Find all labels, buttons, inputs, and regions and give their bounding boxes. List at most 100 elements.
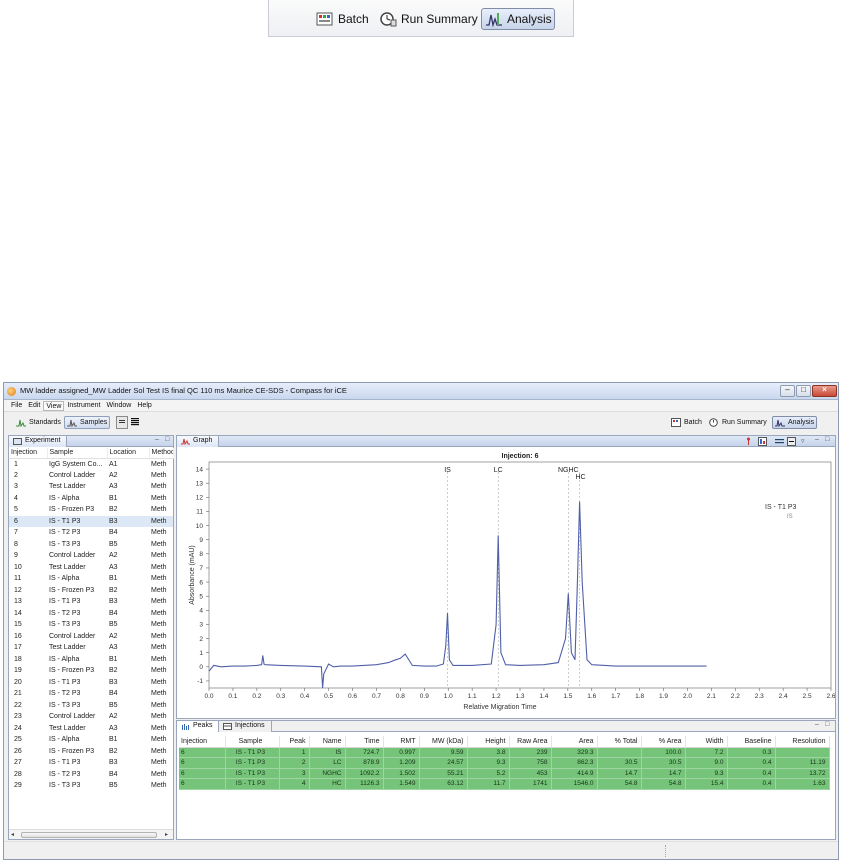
table-cell: A3 xyxy=(109,644,118,652)
minimize-panel-icon[interactable]: – xyxy=(155,436,162,444)
scroll-left-icon[interactable]: ◂ xyxy=(11,831,14,838)
table-row[interactable]: 6 IS - T1 P3 3 NGHC 1092.2 1.502 55.21 5.2 453 41… xyxy=(179,768,830,779)
tab-injections[interactable]: Injections xyxy=(219,721,272,732)
table-row[interactable]: 24 Test Ladder A3 Meth xyxy=(9,723,173,735)
table-row[interactable]: 3 Test Ladder A3 Meth xyxy=(9,481,173,493)
table-row[interactable]: 28 IS - T2 P3 B4 Meth xyxy=(9,769,173,781)
maximize-panel-icon[interactable]: □ xyxy=(165,436,172,444)
table-cell: 1.209 xyxy=(383,757,420,769)
column-header[interactable]: Baseline xyxy=(727,736,776,748)
table-row[interactable]: 18 IS - Alpha B1 Meth xyxy=(9,654,173,666)
samples-button[interactable]: Samples xyxy=(64,416,111,429)
column-header[interactable]: Sample xyxy=(225,736,280,748)
minimize-panel-icon[interactable]: – xyxy=(815,436,822,444)
scroll-right-icon[interactable]: ▸ xyxy=(165,831,168,838)
table-cell: B3 xyxy=(109,598,118,606)
table-row[interactable]: 22 IS - T3 P3 B5 Meth xyxy=(9,700,173,712)
table-row[interactable]: 6 IS - T1 P3 4 HC 1126.3 1.549 63.12 11.7 1741 15… xyxy=(179,778,830,790)
y-tick-label: 4 xyxy=(199,608,203,615)
overlay-icon[interactable] xyxy=(758,437,767,446)
analysis-button[interactable]: Analysis xyxy=(772,416,818,429)
table-row[interactable]: 6 IS - T1 P3 2 LC 878.9 1.209 24.57 9.3 758 862.3… xyxy=(179,757,830,769)
column-header[interactable]: Time xyxy=(345,736,384,748)
scrollbar-thumb[interactable] xyxy=(21,832,157,838)
table-row[interactable]: 12 IS - Frozen P3 B2 Meth xyxy=(9,585,173,597)
view-menu-icon[interactable]: ▿ xyxy=(801,437,810,446)
column-header[interactable]: Resolution xyxy=(775,736,830,748)
batch-perspective-button[interactable]: Batch xyxy=(313,8,372,30)
column-header[interactable]: Height xyxy=(467,736,510,748)
table-row[interactable]: 1 IgG System Co... A1 Meth xyxy=(9,458,173,470)
table-row[interactable]: 26 IS - Frozen P3 B2 Meth xyxy=(9,746,173,758)
table-row[interactable]: 29 IS - T3 P3 B5 Meth xyxy=(9,780,173,792)
table-row[interactable]: 9 Control Ladder A2 Meth xyxy=(9,550,173,562)
maximize-panel-icon[interactable]: □ xyxy=(825,721,832,729)
column-header[interactable]: Width xyxy=(685,736,728,748)
table-row[interactable]: 16 Control Ladder A2 Meth xyxy=(9,631,173,643)
column-header[interactable]: Injection xyxy=(179,736,226,748)
minimize-panel-icon[interactable]: – xyxy=(815,721,822,729)
table-row[interactable]: 20 IS - T1 P3 B3 Meth xyxy=(9,677,173,689)
peak-marker-icon[interactable] xyxy=(744,437,753,446)
table-row[interactable]: 7 IS - T2 P3 B4 Meth xyxy=(9,527,173,539)
table-row[interactable]: 2 Control Ladder A2 Meth xyxy=(9,470,173,482)
x-tick-label: 0.6 xyxy=(348,693,357,700)
minimize-button[interactable]: – xyxy=(780,385,795,397)
column-header[interactable]: % Total xyxy=(597,736,642,748)
menu-view[interactable]: View xyxy=(43,401,65,411)
analysis-perspective-button[interactable]: Analysis xyxy=(481,8,555,30)
table-row[interactable]: 6 IS - T1 P3 B3 Meth xyxy=(9,515,173,527)
standards-button[interactable]: Standards xyxy=(14,416,63,429)
tab-graph[interactable]: Graph xyxy=(177,436,220,447)
column-header[interactable]: Sample xyxy=(47,448,108,459)
table-row[interactable]: 4 IS - Alpha B1 Meth xyxy=(9,493,173,505)
table-cell: IS - Frozen P3 xyxy=(49,586,95,594)
table-cell: LC xyxy=(309,757,346,769)
list-view-button[interactable] xyxy=(130,416,142,429)
maximize-button[interactable]: □ xyxy=(796,385,811,397)
table-row[interactable]: 23 Control Ladder A2 Meth xyxy=(9,711,173,723)
table-cell: 6 xyxy=(179,747,226,758)
menu-edit[interactable]: Edit xyxy=(25,400,43,411)
tab-peaks[interactable]: Peaks xyxy=(177,721,220,732)
table-row[interactable]: 19 IS - Frozen P3 B2 Meth xyxy=(9,665,173,677)
column-header[interactable]: Raw Area xyxy=(509,736,552,748)
menu-window[interactable]: Window xyxy=(103,400,134,411)
menu-help[interactable]: Help xyxy=(134,400,154,411)
batch-button[interactable]: Batch xyxy=(669,416,704,429)
run-summary-button[interactable]: Run Summary xyxy=(707,416,769,429)
baseline-icon[interactable] xyxy=(787,437,796,446)
title-bar: MW ladder assigned_MW Ladder Sol Test IS… xyxy=(4,383,838,400)
table-row[interactable]: 10 Test Ladder A3 Meth xyxy=(9,562,173,574)
table-row[interactable]: 5 IS - Frozen P3 B2 Meth xyxy=(9,504,173,516)
compact-view-button[interactable] xyxy=(116,416,128,429)
table-row[interactable]: 13 IS - T1 P3 B3 Meth xyxy=(9,596,173,608)
table-row[interactable]: 8 IS - T3 P3 B5 Meth xyxy=(9,539,173,551)
table-row[interactable]: 17 Test Ladder A3 Meth xyxy=(9,642,173,654)
horizontal-scrollbar[interactable]: ◂ ▸ xyxy=(9,829,173,839)
column-header[interactable]: % Area xyxy=(641,736,686,748)
table-row[interactable]: 14 IS - T2 P3 B4 Meth xyxy=(9,608,173,620)
table-row[interactable]: 11 IS - Alpha B1 Meth xyxy=(9,573,173,585)
column-header[interactable]: Method xyxy=(149,448,174,459)
menu-file[interactable]: File xyxy=(8,400,25,411)
table-row[interactable]: 25 IS - Alpha B1 Meth xyxy=(9,734,173,746)
column-header[interactable]: RMT xyxy=(383,736,420,748)
column-header[interactable]: Location xyxy=(107,448,150,459)
table-row[interactable]: 21 IS - T2 P3 B4 Meth xyxy=(9,688,173,700)
column-header[interactable]: MW (kDa) xyxy=(419,736,468,748)
table-row[interactable]: 27 IS - T1 P3 B3 Meth xyxy=(9,757,173,769)
table-row[interactable]: 6 IS - T1 P3 1 IS 724.7 0.997 9.59 3.8 239 329.3 1… xyxy=(179,747,830,758)
tab-experiment[interactable]: Experiment xyxy=(9,436,68,447)
table-row[interactable]: 15 IS - T3 P3 B5 Meth xyxy=(9,619,173,631)
column-header[interactable]: Area xyxy=(551,736,598,748)
column-header[interactable]: Name xyxy=(309,736,346,748)
run-summary-perspective-button[interactable]: Run Summary xyxy=(376,8,481,30)
column-header[interactable]: Injection xyxy=(9,448,48,459)
electropherogram-chart[interactable]: Injection: 6 0.0 0.1 0.2 0.3 0.4 0.5 0.6 0.7 0.8 0… xyxy=(177,448,835,718)
menu-instrument[interactable]: Instrument xyxy=(64,400,103,411)
column-header[interactable]: Peak xyxy=(279,736,310,748)
lines-icon[interactable] xyxy=(775,437,784,446)
close-button[interactable]: × xyxy=(812,385,837,397)
maximize-panel-icon[interactable]: □ xyxy=(825,436,832,444)
